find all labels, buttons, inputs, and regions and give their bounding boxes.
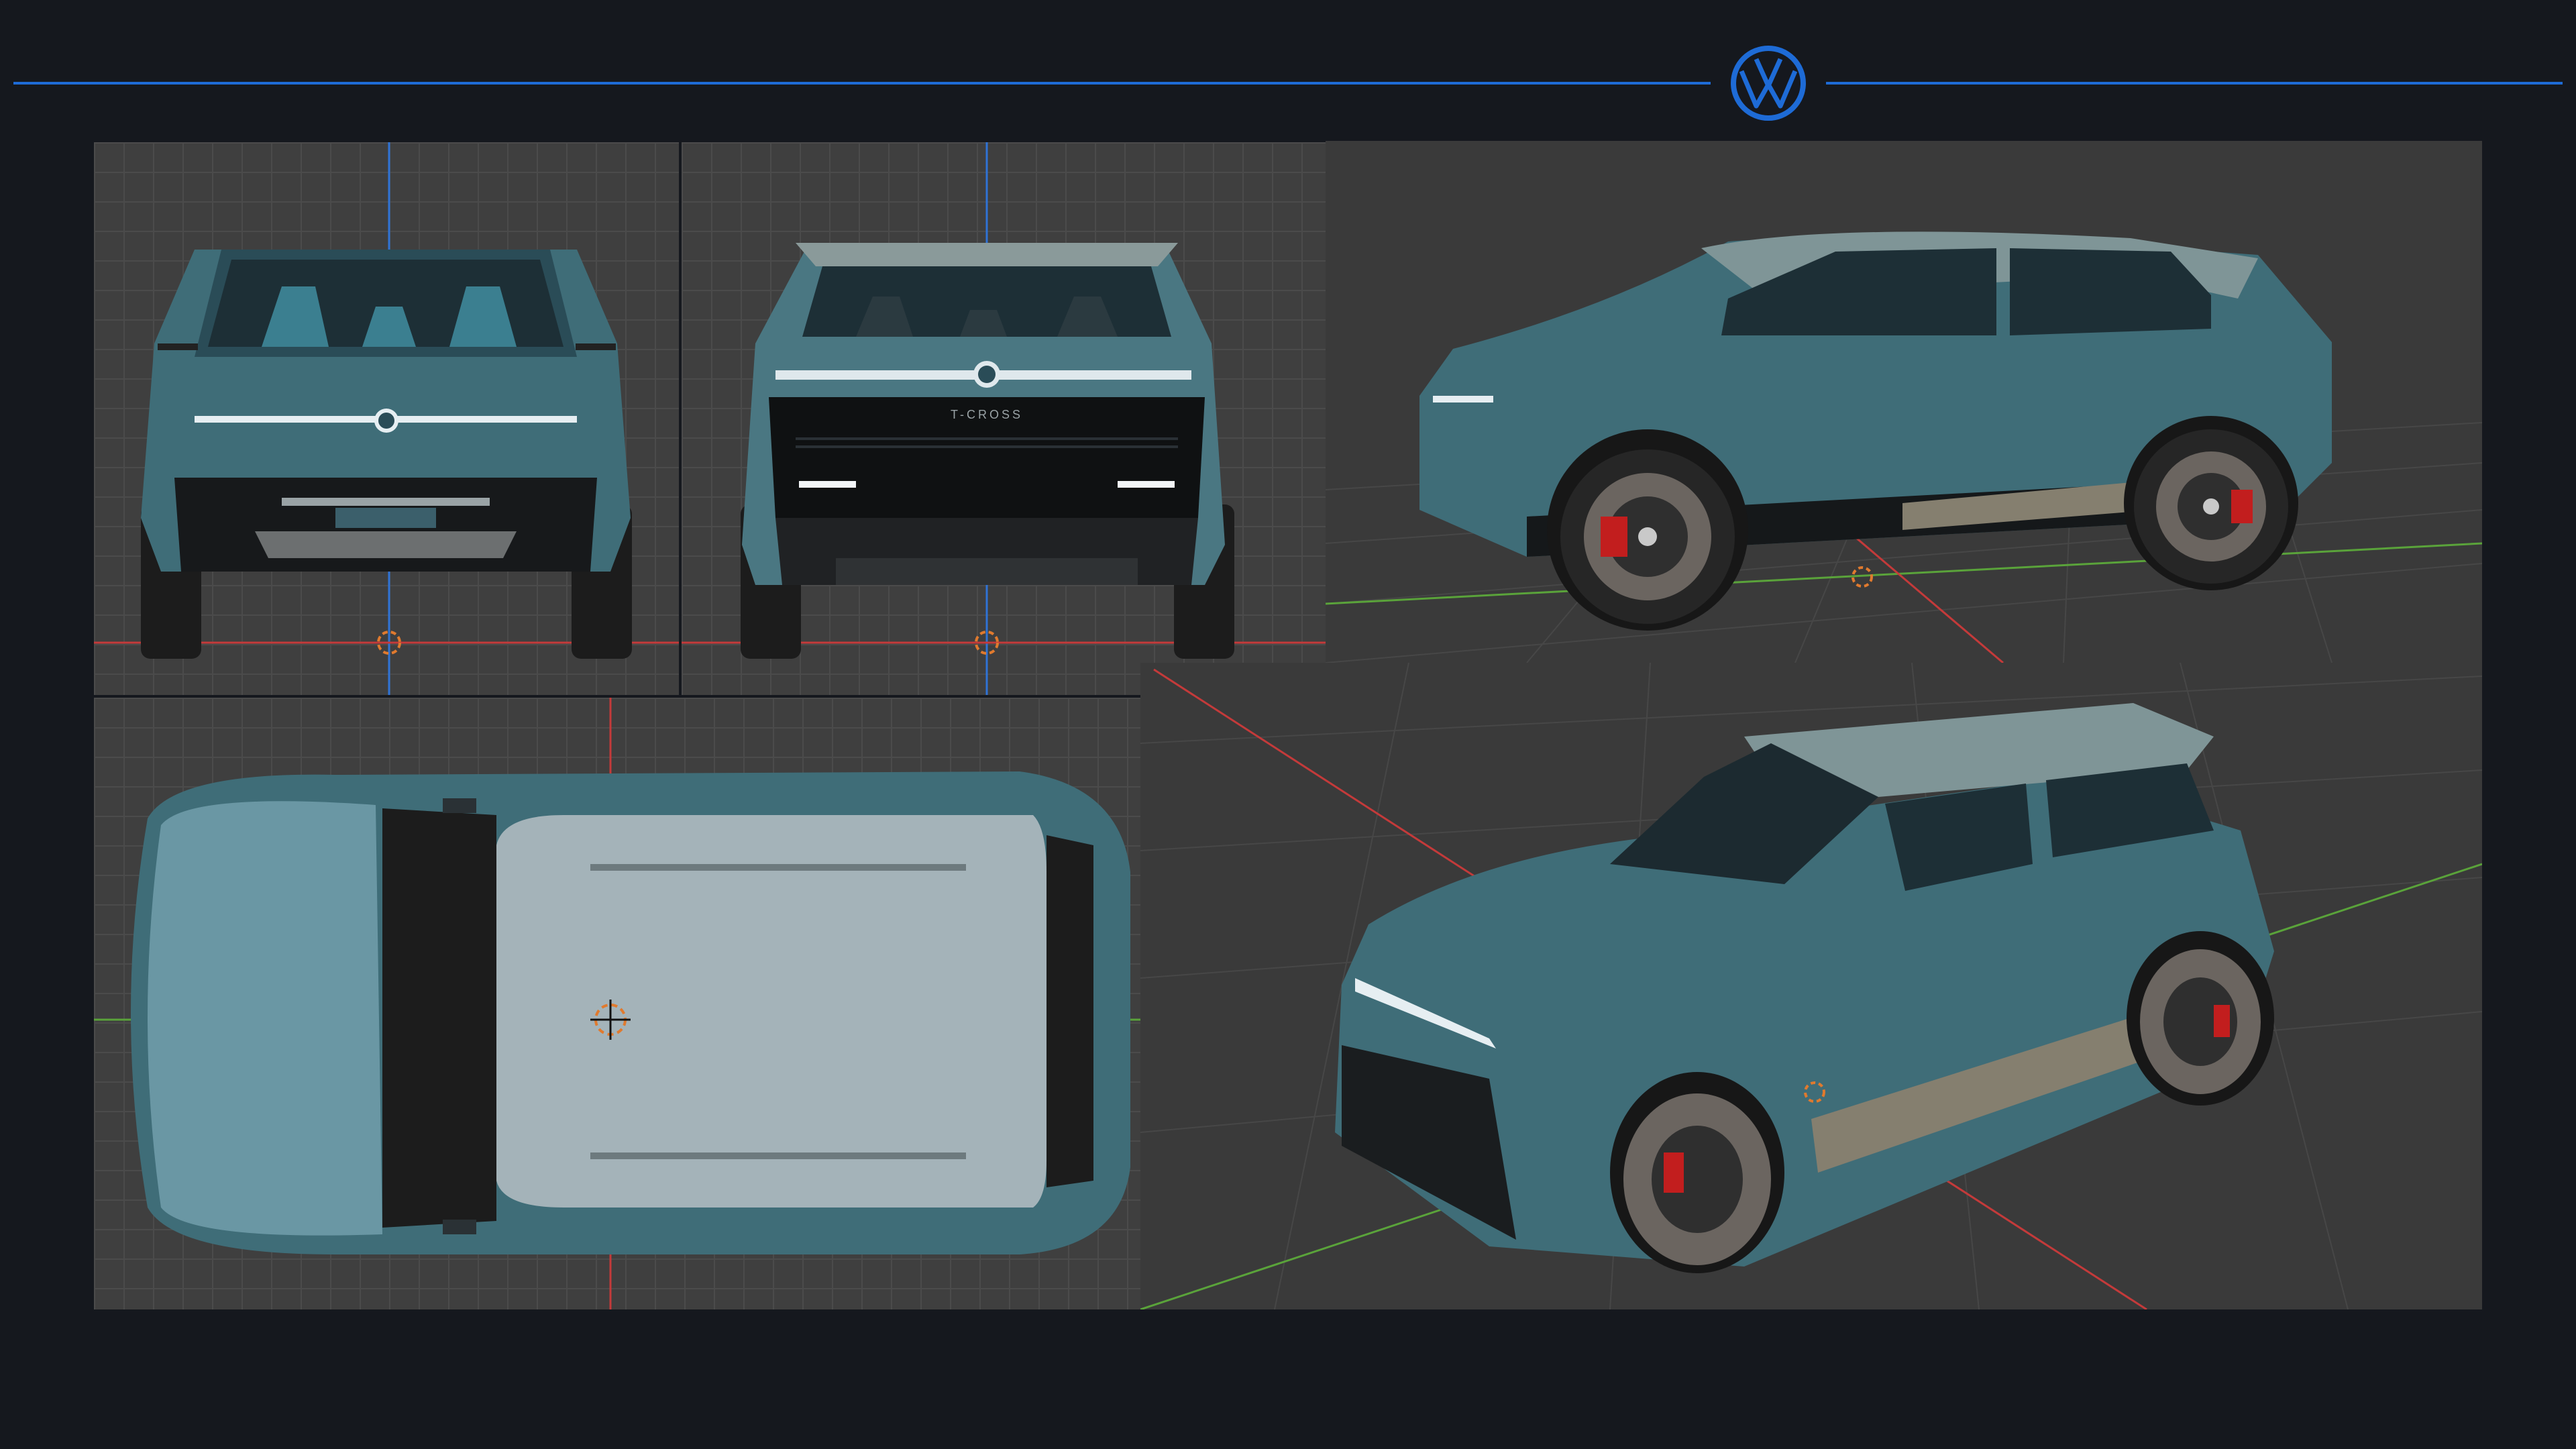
volkswagen-logo-icon — [1731, 46, 1806, 121]
car-rear-view: T-CROSS — [682, 142, 1326, 695]
car-top-view — [94, 698, 1140, 1309]
three-quarter-perspective-panel — [1140, 663, 2482, 1309]
car-front-view — [94, 142, 679, 695]
rear-view-panel: T-CROSS — [682, 142, 1326, 695]
car-side-view — [1326, 231, 2482, 663]
presentation-sheet: T-CROSS — [0, 0, 2576, 1449]
header-rule-left — [13, 82, 1711, 85]
car-three-quarter-view — [1140, 663, 2482, 1309]
top-view-panel — [94, 698, 1140, 1309]
header-rule-right — [1826, 82, 2563, 85]
rear-badge-text: T-CROSS — [951, 408, 1023, 421]
side-perspective-panel — [1326, 141, 2482, 663]
front-view-panel — [94, 142, 679, 695]
